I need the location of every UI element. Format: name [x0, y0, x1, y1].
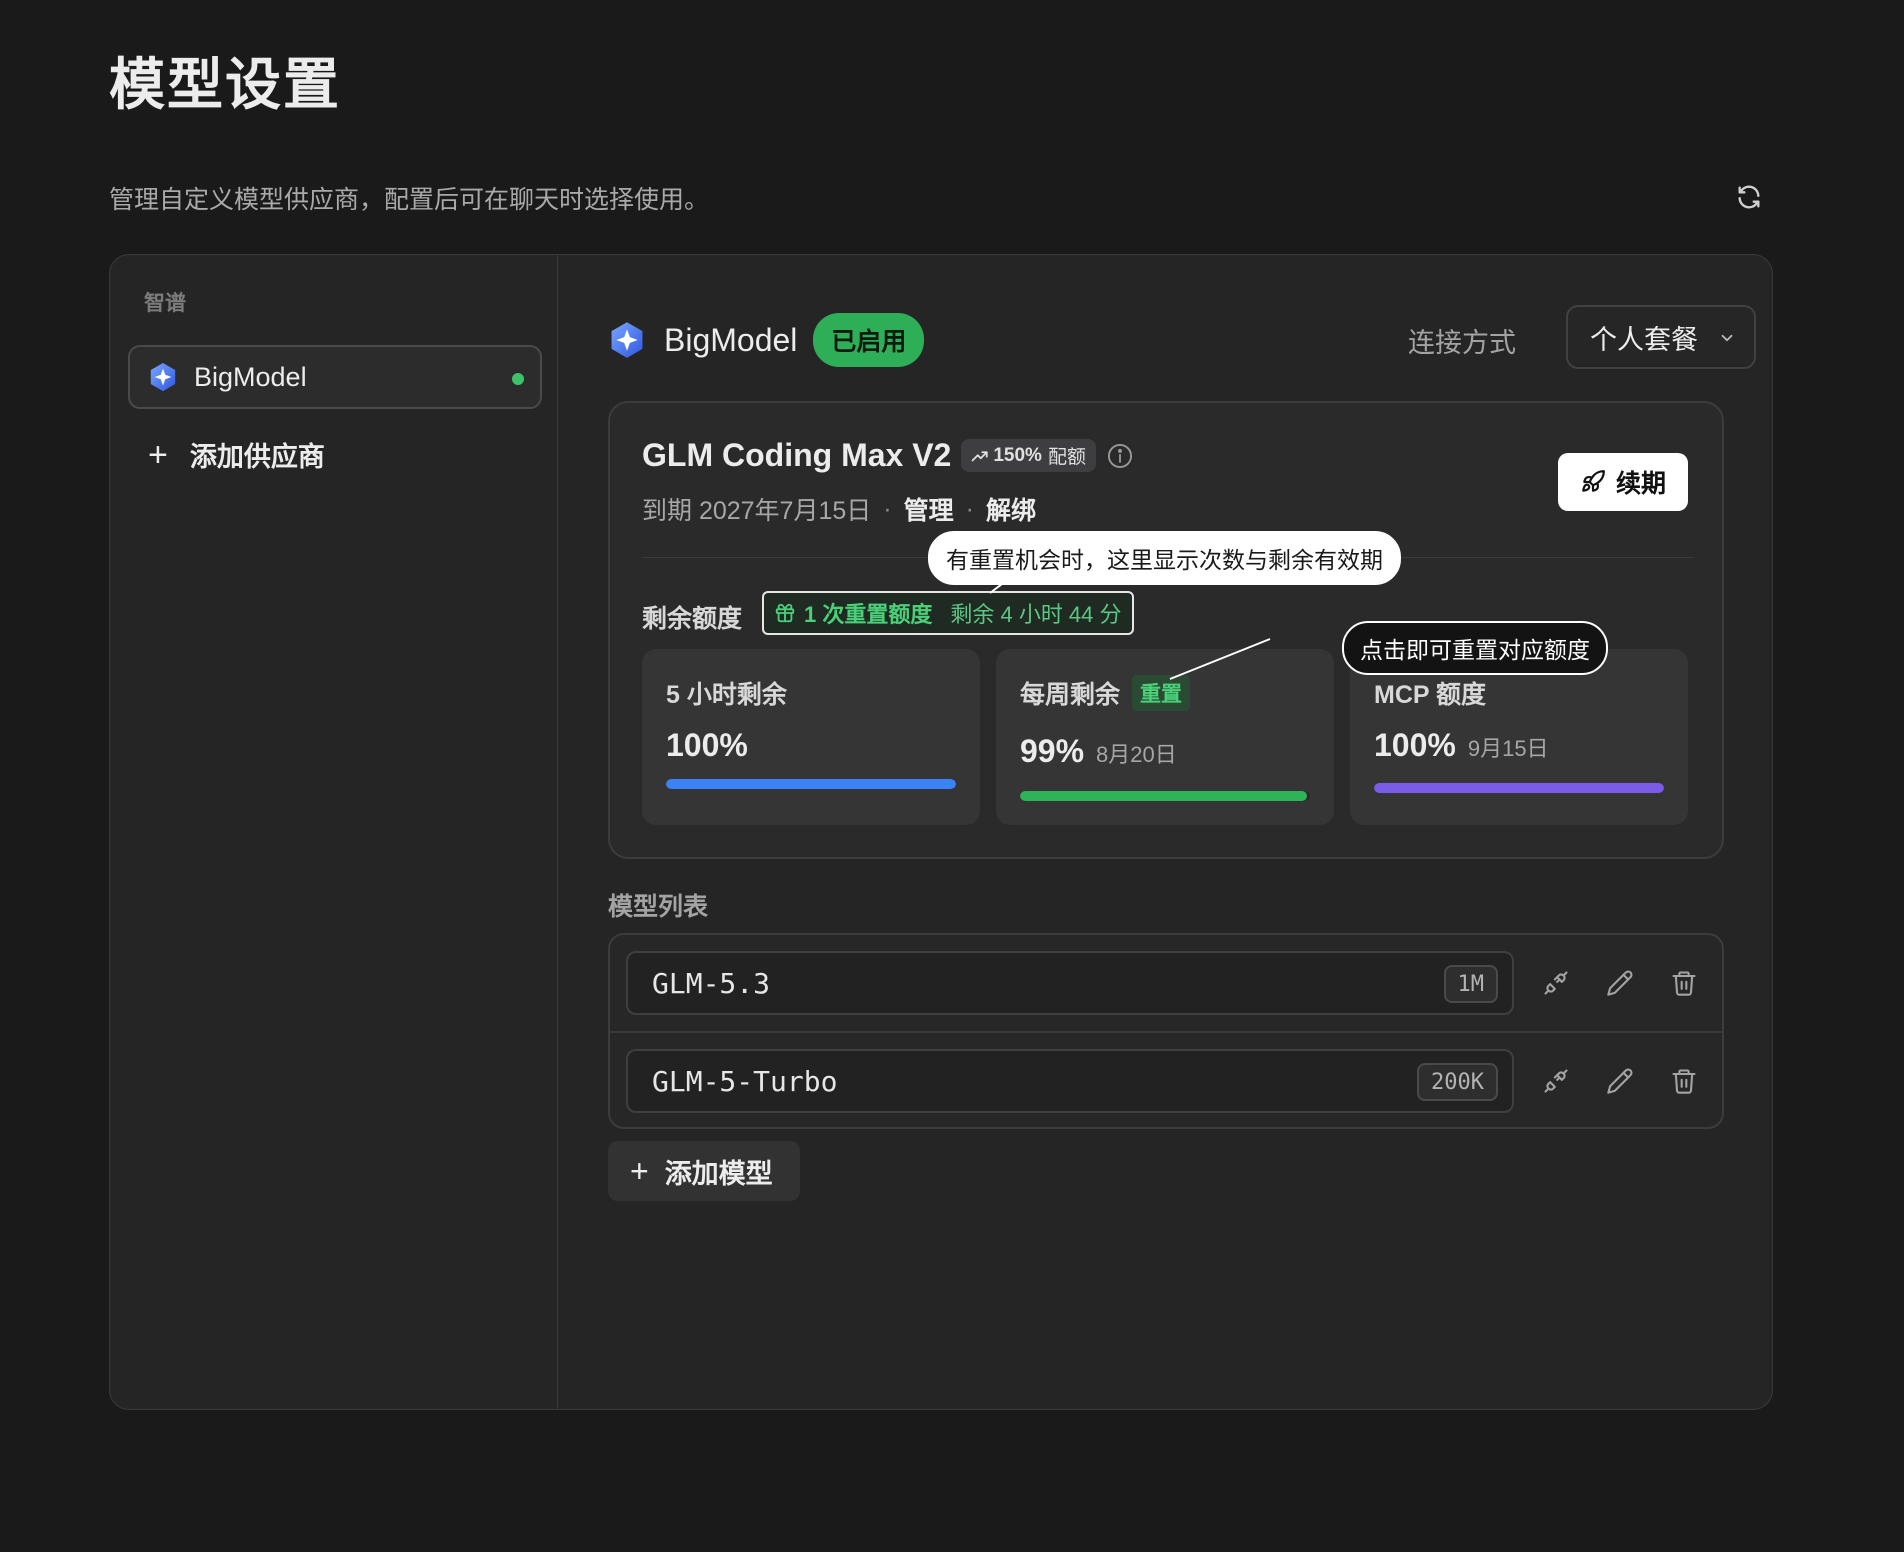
list-item: GLM-5-Turbo 200K	[610, 1031, 1722, 1127]
quota-badge: 150% 配额	[961, 439, 1096, 472]
plus-icon: +	[148, 435, 168, 474]
trash-icon	[1672, 971, 1696, 996]
reset-quota-chip[interactable]: 1 次重置额度 剩余 4 小时 44 分	[762, 591, 1134, 635]
info-icon[interactable]	[1106, 442, 1134, 470]
add-provider-label: 添加供应商	[189, 442, 325, 472]
manage-link[interactable]: 管理	[904, 491, 954, 527]
provider-sidebar: 智谱 BigModel + 添加供应商	[110, 255, 558, 1409]
context-badge: 200K	[1417, 1063, 1498, 1101]
plan-expiry: 到期 2027年7月15日	[642, 497, 872, 525]
meta-separator: ·	[965, 494, 974, 523]
reset-weekly-button[interactable]: 重置	[1132, 675, 1191, 711]
delete-model-button[interactable]	[1666, 1063, 1702, 1099]
trash-icon	[1672, 1069, 1696, 1094]
delete-model-button[interactable]	[1666, 965, 1702, 1001]
refresh-button[interactable]	[1732, 180, 1766, 214]
usage-card-weekly: 每周剩余 重置 99% 8月20日	[996, 649, 1334, 825]
status-badge: 已启用	[813, 313, 925, 367]
pencil-icon	[1607, 1068, 1633, 1094]
usage-bar	[666, 779, 956, 789]
usage-title: MCP 额度	[1374, 681, 1487, 709]
usage-percent: 100%	[1374, 727, 1456, 763]
usage-value: 100%	[666, 727, 748, 764]
usage-card-mcp: MCP 额度 100% 9月15日	[1350, 649, 1688, 825]
renew-button[interactable]: 续期	[1558, 453, 1688, 511]
usage-bar-fill	[666, 779, 956, 789]
unbind-link[interactable]: 解绑	[986, 491, 1036, 527]
context-badge: 1M	[1443, 965, 1498, 1003]
usage-card-5h: 5 小时剩余 100%	[642, 649, 980, 825]
usage-bar	[1374, 783, 1664, 793]
sidebar-item-label: BigModel	[194, 361, 307, 392]
model-name: GLM-5.3	[652, 966, 771, 1000]
edit-model-button[interactable]	[1602, 1063, 1638, 1099]
usage-title-row: 每周剩余 重置	[1020, 675, 1191, 711]
plan-title: GLM Coding Max V2	[642, 437, 952, 473]
bigmodel-logo-icon	[150, 362, 176, 392]
reset-count: 1 次重置额度	[804, 602, 933, 627]
usage-title: 5 小时剩余	[666, 681, 787, 709]
add-model-label: 添加模型	[664, 1158, 773, 1189]
quota-badge-text: 配额	[1047, 447, 1086, 468]
usage-title: 每周剩余	[1020, 681, 1121, 709]
models-section-label: 模型列表	[608, 893, 709, 921]
gift-icon	[774, 602, 796, 624]
rocket-icon	[1582, 470, 1605, 492]
settings-panel: 智谱 BigModel + 添加供应商 BigModel 已启用 连接方式 个人…	[109, 254, 1773, 1410]
usage-bar-fill	[1374, 783, 1664, 793]
plug-icon	[1544, 1069, 1568, 1093]
sidebar-group-label: 智谱	[144, 292, 186, 315]
model-list: GLM-5.3 1M GLM-5-Turbo 200K	[608, 933, 1724, 1129]
renew-label: 续期	[1615, 470, 1666, 498]
pencil-icon	[1607, 970, 1633, 996]
reset-time-left: 剩余 4 小时 44 分	[950, 602, 1122, 627]
model-name-field[interactable]: GLM-5-Turbo 200K	[626, 1049, 1514, 1113]
model-name: GLM-5-Turbo	[652, 1064, 838, 1098]
provider-name: BigModel	[664, 321, 798, 358]
active-status-dot	[512, 373, 524, 385]
provider-detail: BigModel 已启用 连接方式 个人套餐 GLM Coding Max V2…	[558, 255, 1772, 1409]
quota-badge-pct: 150%	[993, 444, 1042, 466]
usage-date: 8月20日	[1096, 742, 1177, 767]
page-description: 管理自定义模型供应商，配置后可在聊天时选择使用。	[109, 186, 710, 214]
page-title: 模型设置	[109, 53, 341, 116]
chevron-down-icon	[1721, 334, 1733, 342]
usage-percent: 100%	[666, 727, 748, 763]
usage-percent: 99%	[1020, 733, 1085, 769]
tooltip-reset-click: 点击即可重置对应额度	[1342, 621, 1608, 675]
test-connection-button[interactable]	[1538, 1063, 1574, 1099]
connection-value: 个人套餐	[1590, 324, 1698, 355]
edit-model-button[interactable]	[1602, 965, 1638, 1001]
plan-title-row: GLM Coding Max V2 150% 配额	[642, 437, 1134, 474]
usage-bar	[1020, 791, 1310, 801]
remaining-quota-label: 剩余额度	[642, 605, 743, 633]
sidebar-item-bigmodel[interactable]: BigModel	[128, 345, 542, 409]
model-name-field[interactable]: GLM-5.3 1M	[626, 951, 1514, 1015]
list-item: GLM-5.3 1M	[610, 935, 1722, 1031]
add-provider-button[interactable]: + 添加供应商	[148, 435, 325, 474]
usage-value: 100% 9月15日	[1374, 727, 1549, 764]
usage-value: 99% 8月20日	[1020, 733, 1177, 770]
add-model-button[interactable]: + 添加模型	[608, 1141, 800, 1201]
test-connection-button[interactable]	[1538, 965, 1574, 1001]
plus-icon: +	[630, 1152, 649, 1189]
plug-icon	[1544, 971, 1568, 995]
refresh-icon	[1738, 185, 1760, 209]
bigmodel-logo-icon	[611, 322, 643, 358]
usage-date: 9月15日	[1467, 736, 1549, 761]
trend-up-icon	[971, 450, 988, 461]
connection-select[interactable]: 个人套餐	[1566, 305, 1756, 369]
usage-bar-fill	[1020, 791, 1308, 801]
connection-label: 连接方式	[1408, 328, 1516, 358]
provider-header: BigModel 已启用	[608, 313, 925, 367]
plan-meta: 到期 2027年7月15日 · 管理 · 解绑	[642, 491, 1036, 527]
tooltip-reset-info: 有重置机会时，这里显示次数与剩余有效期	[928, 531, 1401, 585]
meta-separator: ·	[883, 494, 892, 523]
